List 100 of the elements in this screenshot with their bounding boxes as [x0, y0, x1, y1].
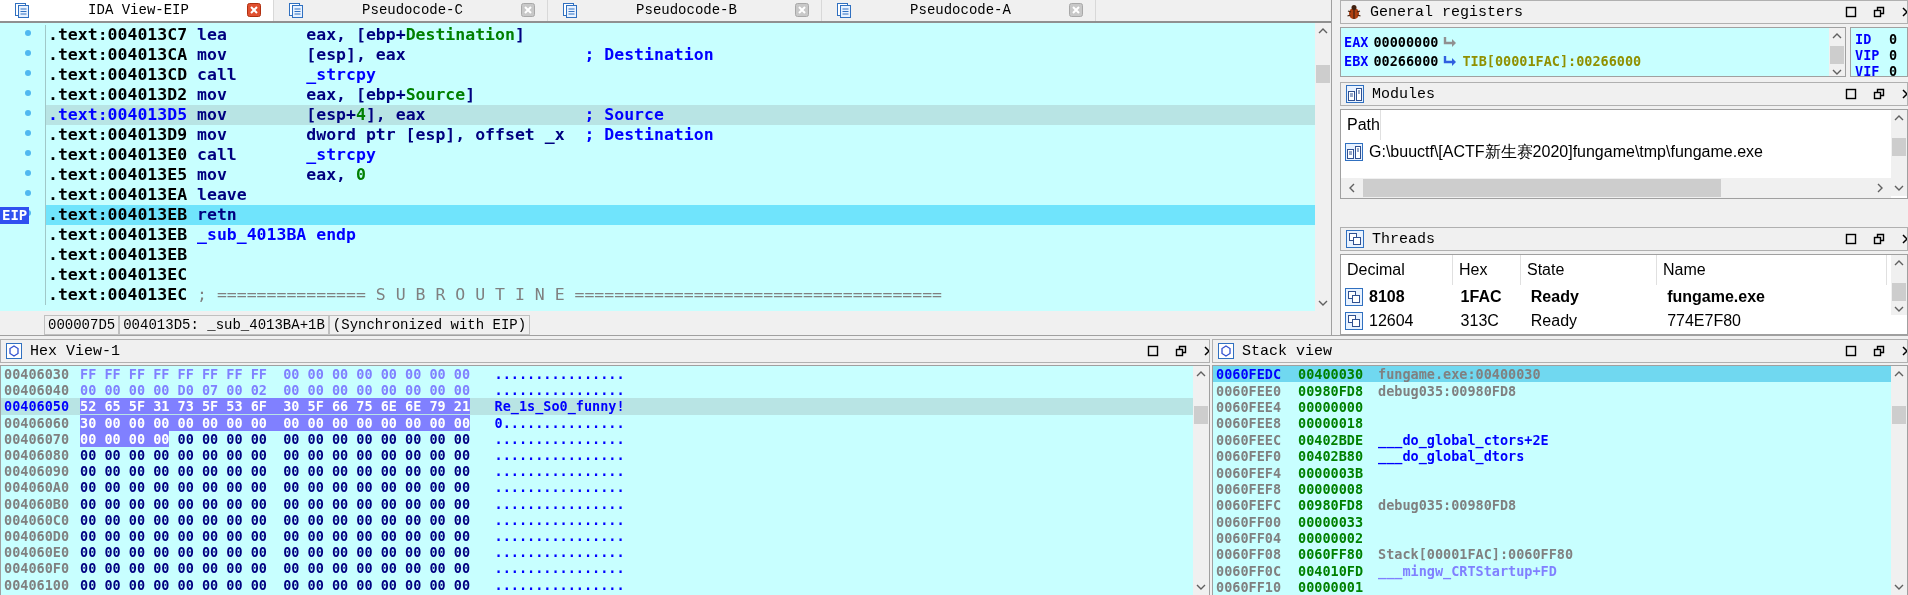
thread-row[interactable]: 8108 1FAC Ready fungame.exe	[1341, 285, 1891, 309]
stack-row[interactable]: 0060FEE8 00000018	[1213, 415, 1891, 432]
maximize-icon[interactable]	[1845, 233, 1857, 245]
column-header[interactable]: State	[1521, 255, 1657, 285]
maximize-icon[interactable]	[1845, 88, 1857, 100]
line-address: .text:004013EB	[48, 205, 188, 224]
scroll-down-icon[interactable]	[1893, 184, 1905, 192]
code-line[interactable]: .text:004013CD call _strcpy	[46, 64, 1315, 85]
restore-icon[interactable]	[1873, 6, 1885, 18]
tab[interactable]: Pseudocode-C	[274, 0, 548, 21]
scroll-down-icon[interactable]	[1831, 68, 1843, 76]
hex-address: 00406050	[4, 398, 71, 415]
hex-row[interactable]: 00406080 00 00 00 00 00 00 00 00 00 00 00 00 00 00 00 00 ................	[1, 446, 1193, 464]
module-path[interactable]: G:\buuctf\[ACTF新生赛2020]fungame\tmp\fungame.exe	[1369, 141, 1763, 163]
code-line[interactable]: .text:004013EB _sub_4013BA endp	[46, 224, 1315, 245]
stack-row[interactable]: 0060FF0C 004010FD ___mingw_CRTStartup+FD	[1213, 562, 1891, 580]
hex-row[interactable]: 00406070 00 00 00 00 00 00 00 00 00 00 00 00 00 00 00 00 ................	[1, 430, 1193, 447]
stack-row[interactable]: 0060FF04 00000002	[1213, 529, 1891, 547]
maximize-icon[interactable]	[1845, 6, 1857, 18]
code-line[interactable]: .text:004013D2 mov eax, [ebp+Source]	[46, 84, 1315, 105]
code-line[interactable]: .text:004013C7 lea eax, [ebp+Destination]	[46, 24, 1315, 45]
ascii-text: ................	[494, 527, 625, 544]
scroll-up-icon[interactable]	[1893, 114, 1905, 122]
stack-row[interactable]: 0060FEF8 00000008	[1213, 480, 1891, 498]
code-line[interactable]: .text:004013EC	[46, 264, 1315, 285]
hex-address: 004060B0	[4, 495, 71, 512]
stack-row[interactable]: 0060FEFC 00980FD8 debug035:00980FD8	[1213, 497, 1891, 514]
scroll-thumb[interactable]	[1830, 46, 1844, 64]
scroll-up-icon[interactable]	[1195, 370, 1207, 378]
stack-row[interactable]: 0060FF08 0060FF80 Stack[00001FAC]:0060FF80	[1213, 546, 1891, 563]
hex-row[interactable]: 00406090 00 00 00 00 00 00 00 00 00 00 00 00 00 00 00 00 ................	[1, 463, 1193, 480]
restore-icon[interactable]	[1175, 345, 1187, 357]
operands: _strcpy	[306, 65, 377, 84]
mnemonic: mov	[197, 125, 228, 144]
hex-row[interactable]: 00406060 30 00 00 00 00 00 00 00 00 00 00 00 00 00 00 00 0...............	[1, 414, 1193, 431]
hex-row[interactable]: 004060A0 00 00 00 00 00 00 00 00 00 00 00 00 00 00 00 00 ................	[1, 479, 1193, 496]
stack-row[interactable]: 0060FF00 00000033	[1213, 513, 1891, 530]
stack-row[interactable]: 0060FEEC 00402BDE ___do_global_ctors+2E	[1213, 431, 1891, 448]
scroll-thumb[interactable]	[1363, 179, 1721, 197]
column-header[interactable]: Decimal	[1341, 255, 1453, 285]
bug-icon	[1346, 4, 1362, 20]
restore-icon[interactable]	[1873, 345, 1885, 357]
hex-row[interactable]: 00406050 52 65 5F 31 73 5F 53 6F 30 5F 66 75 6E 6E 79 21 Re_1s_So0_funny!	[1, 398, 1193, 415]
thread-row[interactable]: 12604 313C Ready 774E7F80	[1341, 309, 1891, 333]
separator-comment: ; =============== S U B R O U T I N E =====================================	[197, 285, 943, 304]
hex-row[interactable]: 004060B0 00 00 00 00 00 00 00 00 00 00 00 00 00 00 00 00 ................	[1, 495, 1193, 512]
column-header[interactable]: Hex	[1453, 255, 1521, 285]
module-icon	[1345, 143, 1363, 161]
hex-row[interactable]: 004060D0 00 00 00 00 00 00 00 00 00 00 00 00 00 00 00 00 ................	[1, 527, 1193, 545]
code-line[interactable]: .text:004013D9 mov dword ptr [esp], offset _x ; Destination	[46, 124, 1315, 145]
scroll-down-icon[interactable]	[1893, 305, 1905, 313]
thread-cell-text: Ready	[1529, 288, 1580, 306]
maximize-icon[interactable]	[1147, 345, 1159, 357]
column-header[interactable]: Name	[1657, 255, 1887, 285]
line-address: .text:004013EC	[48, 265, 188, 284]
hex-row[interactable]: 004060C0 00 00 00 00 00 00 00 00 00 00 00 00 00 00 00 00 ................	[1, 511, 1193, 528]
scroll-left-icon[interactable]	[1347, 182, 1357, 194]
scroll-down-icon[interactable]	[1195, 583, 1207, 591]
operands: eax, [ebp+Destination]	[306, 25, 526, 44]
scroll-right-icon[interactable]	[1875, 182, 1885, 194]
scroll-up-icon[interactable]	[1317, 26, 1329, 35]
restore-icon[interactable]	[1873, 233, 1885, 245]
stack-row[interactable]: 0060FEF4 0000003B	[1213, 464, 1891, 481]
scroll-thumb[interactable]	[1892, 138, 1906, 156]
thread-icon	[1345, 288, 1363, 306]
code-line[interactable]: .text:004013E5 mov eax, 0	[46, 164, 1315, 185]
thread-cell-text: 774E7F80	[1666, 312, 1742, 330]
ascii-text: 0...............	[494, 414, 625, 431]
maximize-icon[interactable]	[1845, 345, 1857, 357]
code-line[interactable]: .text:004013E0 call _strcpy	[46, 144, 1315, 165]
stack-address: 0060FF00	[1216, 513, 1283, 530]
restore-icon[interactable]	[1873, 88, 1885, 100]
scroll-thumb[interactable]	[1892, 283, 1906, 301]
column-header[interactable]: Path	[1341, 110, 1381, 140]
scroll-down-icon[interactable]	[1893, 583, 1905, 591]
hex-row[interactable]: 00406040 00 00 00 00 D0 07 00 02 00 00 00 00 00 00 00 00 ................	[1, 382, 1193, 399]
scroll-up-icon[interactable]	[1893, 259, 1905, 267]
scroll-thumb[interactable]	[1316, 64, 1330, 83]
scroll-up-icon[interactable]	[1831, 32, 1843, 40]
scroll-up-icon[interactable]	[1893, 370, 1905, 378]
code-line[interactable]: .text:004013EB	[46, 244, 1315, 265]
scroll-thumb[interactable]	[1194, 406, 1208, 424]
line-address: .text:004013D5	[48, 105, 188, 124]
stack-row[interactable]: 0060FEE4 00000000	[1213, 398, 1891, 416]
code-line[interactable]: .text:004013EA leave	[46, 184, 1315, 205]
stack-row[interactable]: 0060FEDC 00400030 fungame.exe:00400030	[1213, 366, 1891, 383]
scroll-down-icon[interactable]	[1317, 298, 1329, 307]
hex-row[interactable]: 004060E0 00 00 00 00 00 00 00 00 00 00 00 00 00 00 00 00 ................	[1, 544, 1193, 561]
stack-row[interactable]: 0060FF10 00000001	[1213, 579, 1891, 595]
hex-row[interactable]: 00406030 FF FF FF FF FF FF FF FF 00 00 00 00 00 00 00 00 ................	[1, 366, 1193, 383]
tab[interactable]: IDA View-EIP	[0, 0, 274, 21]
hex-address: 00406030	[4, 366, 71, 383]
stack-row[interactable]: 0060FEE0 00980FD8 debug035:00980FD8	[1213, 382, 1891, 399]
hex-row[interactable]: 004060F0 00 00 00 00 00 00 00 00 00 00 00 00 00 00 00 00 ................	[1, 560, 1193, 577]
code-line[interactable]: .text:004013CA mov [esp], eax ; Destination	[46, 44, 1315, 65]
tab[interactable]: Pseudocode-B	[548, 0, 822, 21]
scroll-thumb[interactable]	[1892, 406, 1906, 424]
code-line[interactable]: .text:004013EC ; =============== S U B R O U T I N E =====================================	[46, 284, 1315, 305]
tab[interactable]: Pseudocode-A	[822, 0, 1096, 21]
hex-row[interactable]: 00406100 00 00 00 00 00 00 00 00 00 00 00 00 00 00 00 00 ................	[1, 576, 1193, 593]
